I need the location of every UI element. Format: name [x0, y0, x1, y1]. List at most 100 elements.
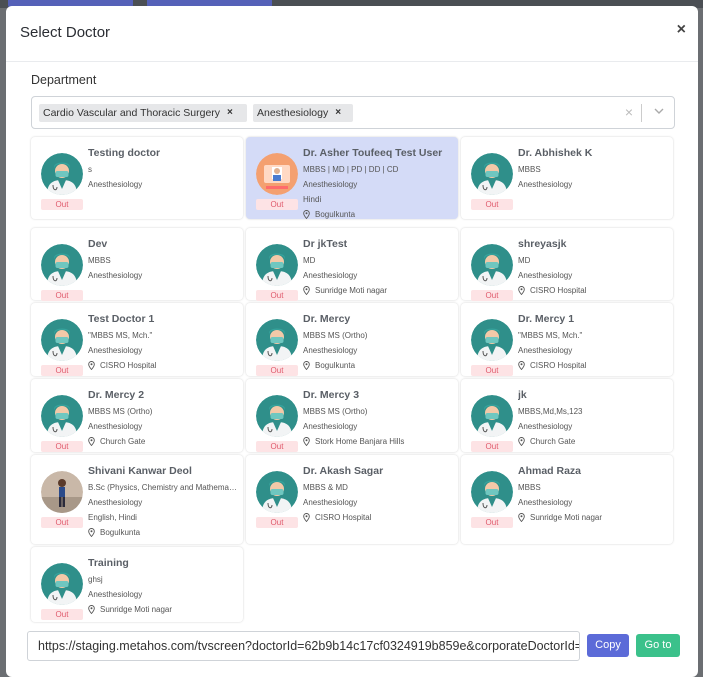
- doctor-card[interactable]: Out Dr. Abhishek K MBBS Anesthesiology: [461, 137, 673, 219]
- doctor-detail: s: [88, 165, 92, 174]
- status-badge: Out: [41, 290, 83, 301]
- doctor-avatar-icon: [471, 319, 513, 361]
- location-pin-icon: [88, 528, 95, 537]
- doctor-detail: MBBS: [518, 483, 541, 492]
- location-pin-icon: [518, 361, 525, 370]
- status-badge: Out: [471, 517, 513, 528]
- doctor-location: CISRO Hospital: [518, 283, 668, 298]
- doctor-card[interactable]: Out shreyasjk MD Anesthesiology CISRO Hospit…: [461, 228, 673, 301]
- doctor-detail: MBBS,Md,Ms,123: [518, 407, 583, 416]
- doctor-avatar-icon: [471, 244, 513, 286]
- doctor-detail: Anesthesiology: [518, 498, 573, 507]
- tv-screen-url-input[interactable]: https://staging.metahos.com/tvscreen?doc…: [27, 631, 580, 661]
- doctor-location: Sunridge Moti nagar: [303, 283, 453, 298]
- doctor-detail: MBBS MS (Ortho): [303, 407, 368, 416]
- status-badge: Out: [256, 365, 298, 376]
- chip-remove-icon[interactable]: ×: [335, 107, 341, 122]
- status-badge: Out: [256, 199, 298, 210]
- chip-label: Anesthesiology: [257, 107, 329, 119]
- doctor-location: Church Gate: [518, 434, 668, 449]
- location-text: CISRO Hospital: [530, 361, 587, 370]
- doctor-location: Bogulkunta: [88, 525, 238, 540]
- doctor-avatar-icon: [256, 471, 298, 513]
- doctor-name: jk: [518, 389, 527, 401]
- location-pin-icon: [518, 286, 525, 295]
- doctor-card[interactable]: Out Dev MBBS Anesthesiology: [31, 228, 243, 301]
- doctor-detail: MBBS & MD: [303, 483, 348, 492]
- doctor-card[interactable]: Out Ahmad Raza MBBS Anesthesiology Sunridge …: [461, 455, 673, 544]
- doctor-detail: Anesthesiology: [88, 590, 143, 599]
- location-text: CISRO Hospital: [100, 361, 157, 370]
- doctor-location: CISRO Hospital: [88, 358, 238, 373]
- doctor-card[interactable]: Out Training ghsj Anesthesiology Sunridge Mo…: [31, 547, 243, 622]
- location-text: Stork Home Banjara Hills: [315, 437, 405, 446]
- select-divider: [641, 104, 642, 122]
- doctor-card[interactable]: Out Dr. Asher Toufeeq Test User MBBS | MD …: [246, 137, 458, 219]
- doctor-detail: Hindi: [303, 195, 322, 204]
- doctor-card[interactable]: Out Shivani Kanwar Deol B.Sc (Physics, Che…: [31, 455, 243, 544]
- doctor-location: Bogulkunta: [303, 358, 453, 373]
- location-text: Bogulkunta: [315, 361, 356, 370]
- doctor-info: Dr. Mercy 2 MBBS MS (Ortho) Anesthesiology…: [88, 389, 238, 449]
- doctor-name: Training: [88, 557, 129, 569]
- doctor-avatar-icon: [471, 153, 513, 195]
- doctor-avatar-icon: [41, 153, 83, 195]
- doctor-card[interactable]: Out Dr. Mercy 1 "MBBS MS, Mch." Anesthesiol…: [461, 303, 673, 376]
- status-badge: Out: [41, 609, 83, 620]
- close-icon[interactable]: ×: [677, 21, 686, 39]
- location-pin-icon: [303, 513, 310, 522]
- doctor-name: Dr. Mercy 1: [518, 313, 575, 325]
- doctor-card[interactable]: Out jk MBBS,Md,Ms,123 Anesthesiology Church …: [461, 379, 673, 452]
- copy-button[interactable]: Copy: [587, 634, 629, 657]
- doctor-card[interactable]: Out Dr. Mercy 2 MBBS MS (Ortho) Anesthesiol…: [31, 379, 243, 452]
- chip-label: Cardio Vascular and Thoracic Surgery: [43, 107, 221, 119]
- chevron-down-icon[interactable]: [654, 106, 664, 116]
- department-chip: Cardio Vascular and Thoracic Surgery ×: [39, 104, 247, 122]
- location-pin-icon: [303, 286, 310, 295]
- department-select[interactable]: Cardio Vascular and Thoracic Surgery × A…: [31, 96, 675, 129]
- doctor-name: Dr. Asher Toufeeq Test User: [303, 147, 443, 159]
- location-pin-icon: [88, 437, 95, 446]
- chip-remove-icon[interactable]: ×: [227, 107, 233, 122]
- doctor-detail: "MBBS MS, Mch.": [88, 331, 153, 340]
- doctor-detail: MD: [303, 256, 316, 265]
- doctor-avatar-icon: [256, 319, 298, 361]
- doctor-info: Dr. Mercy 3 MBBS MS (Ortho) Anesthesiology…: [303, 389, 453, 449]
- status-badge: Out: [41, 517, 83, 528]
- doctor-card[interactable]: Out Dr. Akash Sagar MBBS & MD Anesthesiolog…: [246, 455, 458, 544]
- clear-icon[interactable]: ×: [625, 104, 633, 120]
- doctor-location: CISRO Hospital: [303, 510, 453, 525]
- location-text: Bogulkunta: [315, 210, 356, 219]
- doctor-info: Testing doctor s Anesthesiology: [88, 147, 238, 192]
- doctor-detail: Anesthesiology: [518, 346, 573, 355]
- doctor-detail: B.Sc (Physics, Chemistry and Mathematics…: [88, 483, 238, 492]
- doctor-detail: Anesthesiology: [88, 346, 143, 355]
- doctor-info: Dev MBBS Anesthesiology: [88, 238, 238, 283]
- doctor-detail: Anesthesiology: [88, 271, 143, 280]
- doctor-detail: MBBS MS (Ortho): [303, 331, 368, 340]
- doctor-detail: Anesthesiology: [518, 180, 573, 189]
- doctor-name: Dr jkTest: [303, 238, 348, 250]
- doctor-detail: Anesthesiology: [303, 498, 358, 507]
- doctor-card[interactable]: Out Dr jkTest MD Anesthesiology Sunridge Mot…: [246, 228, 458, 301]
- location-text: Church Gate: [100, 437, 146, 446]
- doctor-info: Shivani Kanwar Deol B.Sc (Physics, Chemis…: [88, 465, 238, 540]
- doctor-card[interactable]: Out Test Doctor 1 "MBBS MS, Mch." Anesthesi…: [31, 303, 243, 376]
- location-pin-icon: [518, 437, 525, 446]
- doctor-card[interactable]: Out Dr. Mercy MBBS MS (Ortho) Anesthesiolog…: [246, 303, 458, 376]
- doctor-avatar-icon: [41, 244, 83, 286]
- go-to-button[interactable]: Go to: [636, 634, 680, 657]
- doctor-location: Sunridge Moti nagar: [88, 602, 238, 617]
- doctor-avatar-icon: [256, 244, 298, 286]
- doctor-name: Dr. Akash Sagar: [303, 465, 384, 477]
- doctor-location: CISRO Hospital: [518, 358, 668, 373]
- doctor-card[interactable]: Out Testing doctor s Anesthesiology: [31, 137, 243, 219]
- doctor-card[interactable]: Out Dr. Mercy 3 MBBS MS (Ortho) Anesthesiol…: [246, 379, 458, 452]
- doctor-detail: Anesthesiology: [303, 271, 358, 280]
- doctor-detail: MBBS: [88, 256, 111, 265]
- location-text: Sunridge Moti nagar: [530, 513, 603, 522]
- doctor-avatar-icon: [41, 563, 83, 605]
- doctor-detail: MD: [518, 256, 531, 265]
- doctor-info: Dr. Mercy 1 "MBBS MS, Mch." Anesthesiology…: [518, 313, 668, 373]
- doctor-info: shreyasjk MD Anesthesiology CISRO Hospital: [518, 238, 668, 298]
